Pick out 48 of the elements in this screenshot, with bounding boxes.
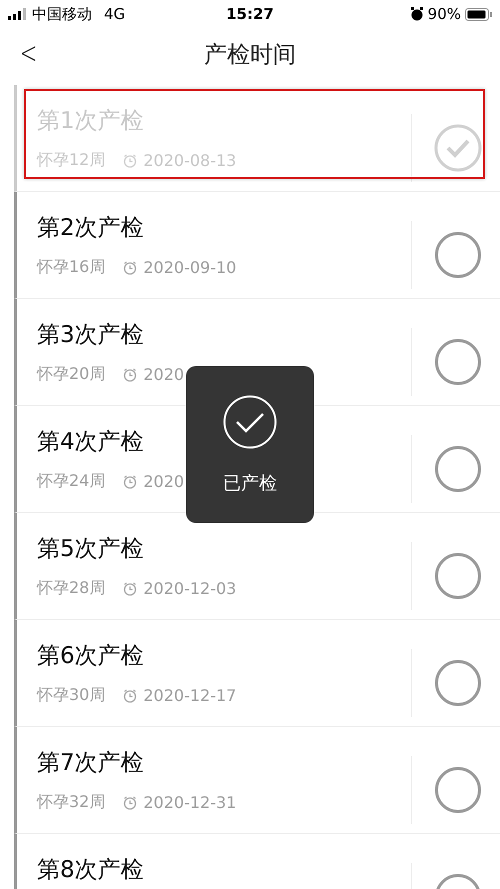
toast-message: 已产检 xyxy=(223,472,277,494)
battery-icon xyxy=(465,8,492,20)
visit-title: 第3次产检 xyxy=(37,321,145,350)
visit-date: 2020 xyxy=(143,472,184,491)
unchecked-circle[interactable] xyxy=(434,659,482,707)
clock-icon xyxy=(123,582,138,596)
pregnancy-week: 怀孕30周 xyxy=(37,685,106,706)
visit-row[interactable]: 第6次产检 怀孕30周 2020-12-17 xyxy=(14,620,500,727)
checked-circle[interactable] xyxy=(434,124,482,172)
unchecked-circle[interactable] xyxy=(434,338,482,386)
visit-title: 第4次产检 xyxy=(37,428,145,457)
unchecked-circle[interactable] xyxy=(434,231,482,279)
clock-icon xyxy=(123,368,138,382)
pregnancy-week: 怀孕20周 xyxy=(37,364,106,385)
visit-date: 2020 xyxy=(143,365,184,384)
clock-icon xyxy=(123,796,138,810)
visit-date: 2020-09-10 xyxy=(143,258,236,277)
clock-icon xyxy=(123,260,138,274)
back-button[interactable]: < xyxy=(20,34,38,74)
clock-icon xyxy=(123,688,138,702)
visit-title: 第5次产检 xyxy=(37,535,145,564)
clock-icon xyxy=(123,154,138,168)
clock-time: 15:27 xyxy=(226,5,274,23)
unchecked-circle[interactable] xyxy=(434,445,482,493)
visit-row[interactable]: 第2次产检 怀孕16周 2020-09-10 xyxy=(14,192,500,299)
pregnancy-week: 怀孕24周 xyxy=(37,471,106,492)
check-icon xyxy=(223,394,277,448)
alarm-icon xyxy=(410,7,424,21)
visit-date: 2020-12-03 xyxy=(143,579,236,598)
unchecked-circle[interactable] xyxy=(434,766,482,814)
clock-icon xyxy=(123,474,138,488)
signal-icon xyxy=(8,8,26,20)
pregnancy-week: 怀孕28周 xyxy=(37,578,106,599)
network-type: 4G xyxy=(104,5,126,23)
unchecked-circle[interactable] xyxy=(434,552,482,600)
visit-row[interactable]: 第7次产检 怀孕32周 2020-12-31 xyxy=(14,727,500,834)
visit-title: 第8次产检 xyxy=(37,856,145,885)
pregnancy-week: 怀孕32周 xyxy=(37,792,106,813)
visit-date: 2020-12-31 xyxy=(143,793,236,812)
visit-date: 2020-12-17 xyxy=(143,686,236,705)
visit-row[interactable]: 第8次产检 xyxy=(14,834,500,889)
pregnancy-week: 怀孕16周 xyxy=(37,257,106,278)
visit-title: 第6次产检 xyxy=(37,642,145,671)
visit-title: 第7次产检 xyxy=(37,749,145,778)
battery-percent: 90% xyxy=(428,5,461,23)
carrier-name: 中国移动 xyxy=(32,4,92,24)
page-title: 产检时间 xyxy=(204,42,296,68)
visit-title: 第2次产检 xyxy=(37,214,145,243)
